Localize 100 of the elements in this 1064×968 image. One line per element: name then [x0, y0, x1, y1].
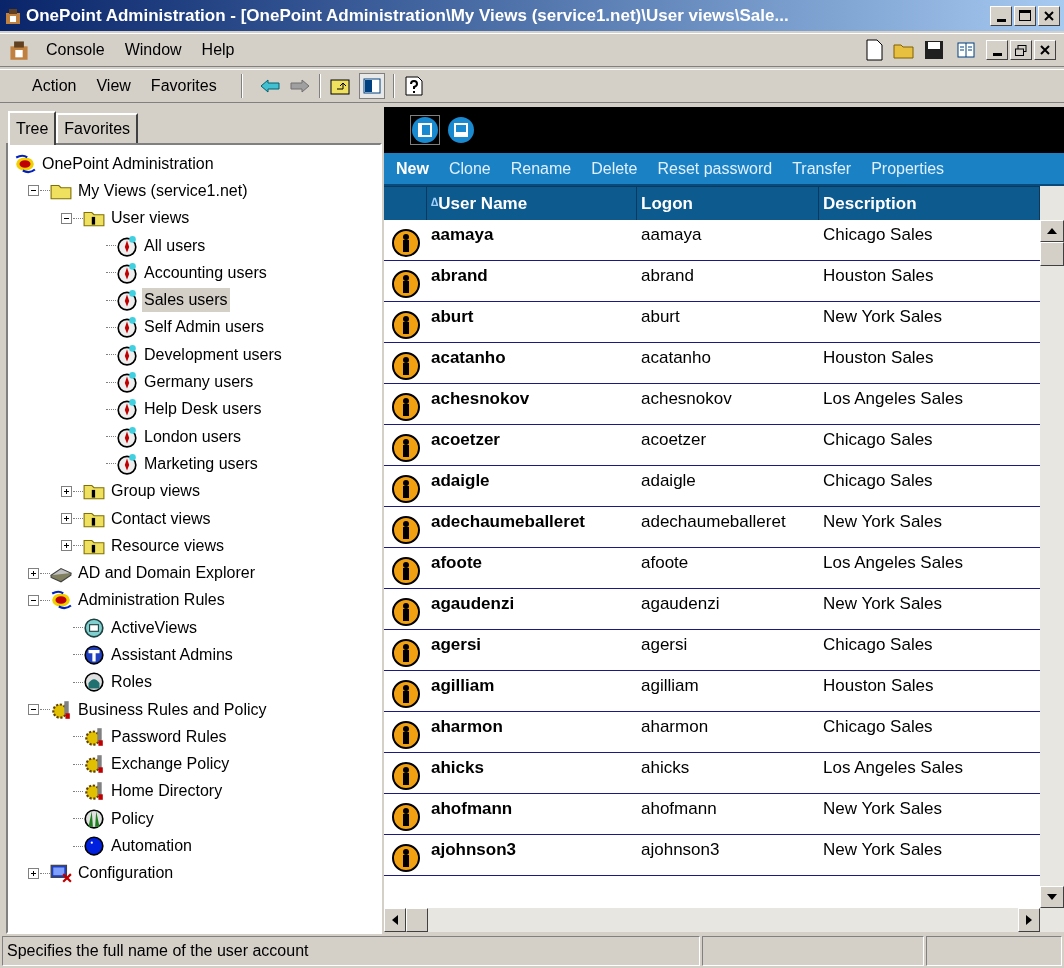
scroll-left-button[interactable]: [384, 908, 406, 932]
vertical-scrollbar[interactable]: [1040, 186, 1064, 908]
panel-toggle-icon[interactable]: [358, 73, 385, 99]
tree-item[interactable]: Contact views: [109, 506, 213, 531]
menu-item[interactable]: Favorites: [142, 74, 225, 98]
tree-item[interactable]: Business Rules and Policy: [76, 697, 269, 722]
table-cell-text: acoetzer: [640, 429, 708, 451]
user-icon: [390, 228, 421, 258]
tree-item[interactable]: Help Desk users: [142, 397, 264, 422]
collapse-icon[interactable]: [28, 594, 39, 606]
tree-item[interactable]: Administration Rules: [76, 588, 227, 613]
tree-item[interactable]: ActiveViews: [109, 615, 199, 640]
tree-item[interactable]: Resource views: [109, 533, 226, 558]
action-link[interactable]: Reset password: [657, 156, 773, 181]
tree-item[interactable]: Accounting users: [142, 260, 269, 285]
collapse-icon[interactable]: [28, 704, 39, 716]
tree-item[interactable]: Exchange Policy: [109, 752, 232, 777]
scroll-right-button[interactable]: [1018, 908, 1040, 932]
tab[interactable]: Favorites: [56, 113, 139, 143]
expand-icon[interactable]: [61, 540, 72, 552]
tree-item[interactable]: Automation: [109, 834, 194, 859]
tree-item[interactable]: All users: [142, 233, 208, 258]
expand-icon[interactable]: [28, 867, 39, 879]
user-icon: [390, 515, 421, 545]
action-link[interactable]: Delete: [591, 156, 638, 181]
table-cell-text: aharmon: [430, 716, 504, 738]
table-cell-text: Houston Sales: [822, 347, 935, 369]
table-cell-text: afoote: [640, 552, 690, 574]
tab[interactable]: Tree: [8, 111, 57, 145]
menu-item[interactable]: Action: [24, 74, 85, 98]
tree-item[interactable]: User views: [109, 206, 192, 231]
tree-item[interactable]: Group views: [109, 479, 202, 504]
menu-item[interactable]: Help: [193, 38, 243, 62]
tree-item[interactable]: AD and Domain Explorer: [76, 561, 257, 586]
collapse-icon[interactable]: [28, 185, 39, 197]
bottom-pane-icon[interactable]: [446, 115, 476, 145]
table-cell-text: aburt: [640, 306, 681, 328]
scroll-thumb[interactable]: [406, 908, 428, 932]
tree-item[interactable]: Self Admin users: [142, 315, 267, 340]
gear-icon: [83, 753, 105, 776]
maximize-button[interactable]: [1014, 5, 1036, 26]
folder-up-icon[interactable]: [328, 76, 351, 96]
minimize-button[interactable]: [986, 40, 1008, 60]
scroll-down-button[interactable]: [1040, 886, 1064, 908]
tree-item[interactable]: Password Rules: [109, 724, 229, 749]
tree-circle-icon: [83, 807, 105, 830]
expand-icon[interactable]: [61, 485, 72, 497]
tree-item[interactable]: My Views (service1.net): [76, 178, 250, 203]
table-cell-text: adaigle: [640, 470, 697, 492]
action-link[interactable]: New: [396, 156, 429, 181]
tree-item[interactable]: Home Directory: [109, 779, 225, 804]
gear-icon: [83, 725, 105, 748]
tree-item[interactable]: OnePoint Administration: [40, 151, 216, 176]
forward-arrow-icon[interactable]: [288, 78, 311, 94]
left-pane-icon[interactable]: [410, 115, 440, 145]
tree-item[interactable]: Germany users: [142, 370, 256, 394]
console-icon: [14, 152, 36, 175]
table-cell-text: aharmon: [640, 716, 710, 738]
new-document-icon[interactable]: [864, 39, 884, 61]
table-cell-text: ahicks: [430, 757, 485, 779]
close-button[interactable]: [1034, 40, 1056, 60]
expand-icon[interactable]: [61, 513, 72, 524]
user-icon: [390, 761, 421, 791]
action-link[interactable]: Clone: [448, 156, 491, 181]
tree-item[interactable]: Sales users: [142, 288, 230, 313]
table-cell-text: Los Angeles Sales: [822, 388, 964, 410]
tree-item[interactable]: Assistant Admins: [109, 643, 235, 667]
user-icon: [390, 638, 421, 668]
help-icon[interactable]: [402, 74, 425, 98]
scroll-thumb[interactable]: [1040, 242, 1064, 266]
menu-item[interactable]: View: [88, 74, 139, 98]
minimize-button[interactable]: [990, 5, 1012, 26]
user-icon: [390, 474, 421, 504]
restore-button[interactable]: [1010, 40, 1032, 60]
scroll-up-button[interactable]: [1040, 220, 1064, 242]
left-arrow-icon: [392, 915, 398, 925]
user-view-icon: [116, 316, 138, 339]
back-arrow-icon[interactable]: [258, 78, 281, 94]
tree-item[interactable]: Development users: [142, 342, 284, 367]
tree-item[interactable]: Roles: [109, 670, 154, 695]
tree-item[interactable]: Policy: [109, 806, 156, 831]
tree-item[interactable]: Configuration: [76, 861, 176, 886]
tree-item[interactable]: London users: [142, 424, 243, 449]
action-link[interactable]: Rename: [510, 156, 572, 181]
action-link[interactable]: Transfer: [792, 156, 852, 181]
table-cell-text: abrand: [430, 265, 489, 287]
computer-icon: [50, 862, 72, 885]
horizontal-scrollbar[interactable]: [384, 908, 1064, 932]
action-link[interactable]: Properties: [871, 156, 945, 181]
menu-item[interactable]: Console: [38, 38, 113, 62]
collapse-icon[interactable]: [61, 212, 72, 224]
column-title: Logon: [641, 192, 693, 215]
user-view-icon: [116, 452, 138, 475]
user-view-icon: [116, 289, 138, 312]
menu-item[interactable]: Window: [116, 38, 190, 62]
tree-item[interactable]: Marketing users: [142, 451, 260, 476]
table-cell-text: aburt: [430, 306, 475, 328]
expand-icon[interactable]: [28, 567, 39, 579]
save-icon[interactable]: [924, 40, 944, 60]
close-button[interactable]: [1038, 5, 1060, 26]
